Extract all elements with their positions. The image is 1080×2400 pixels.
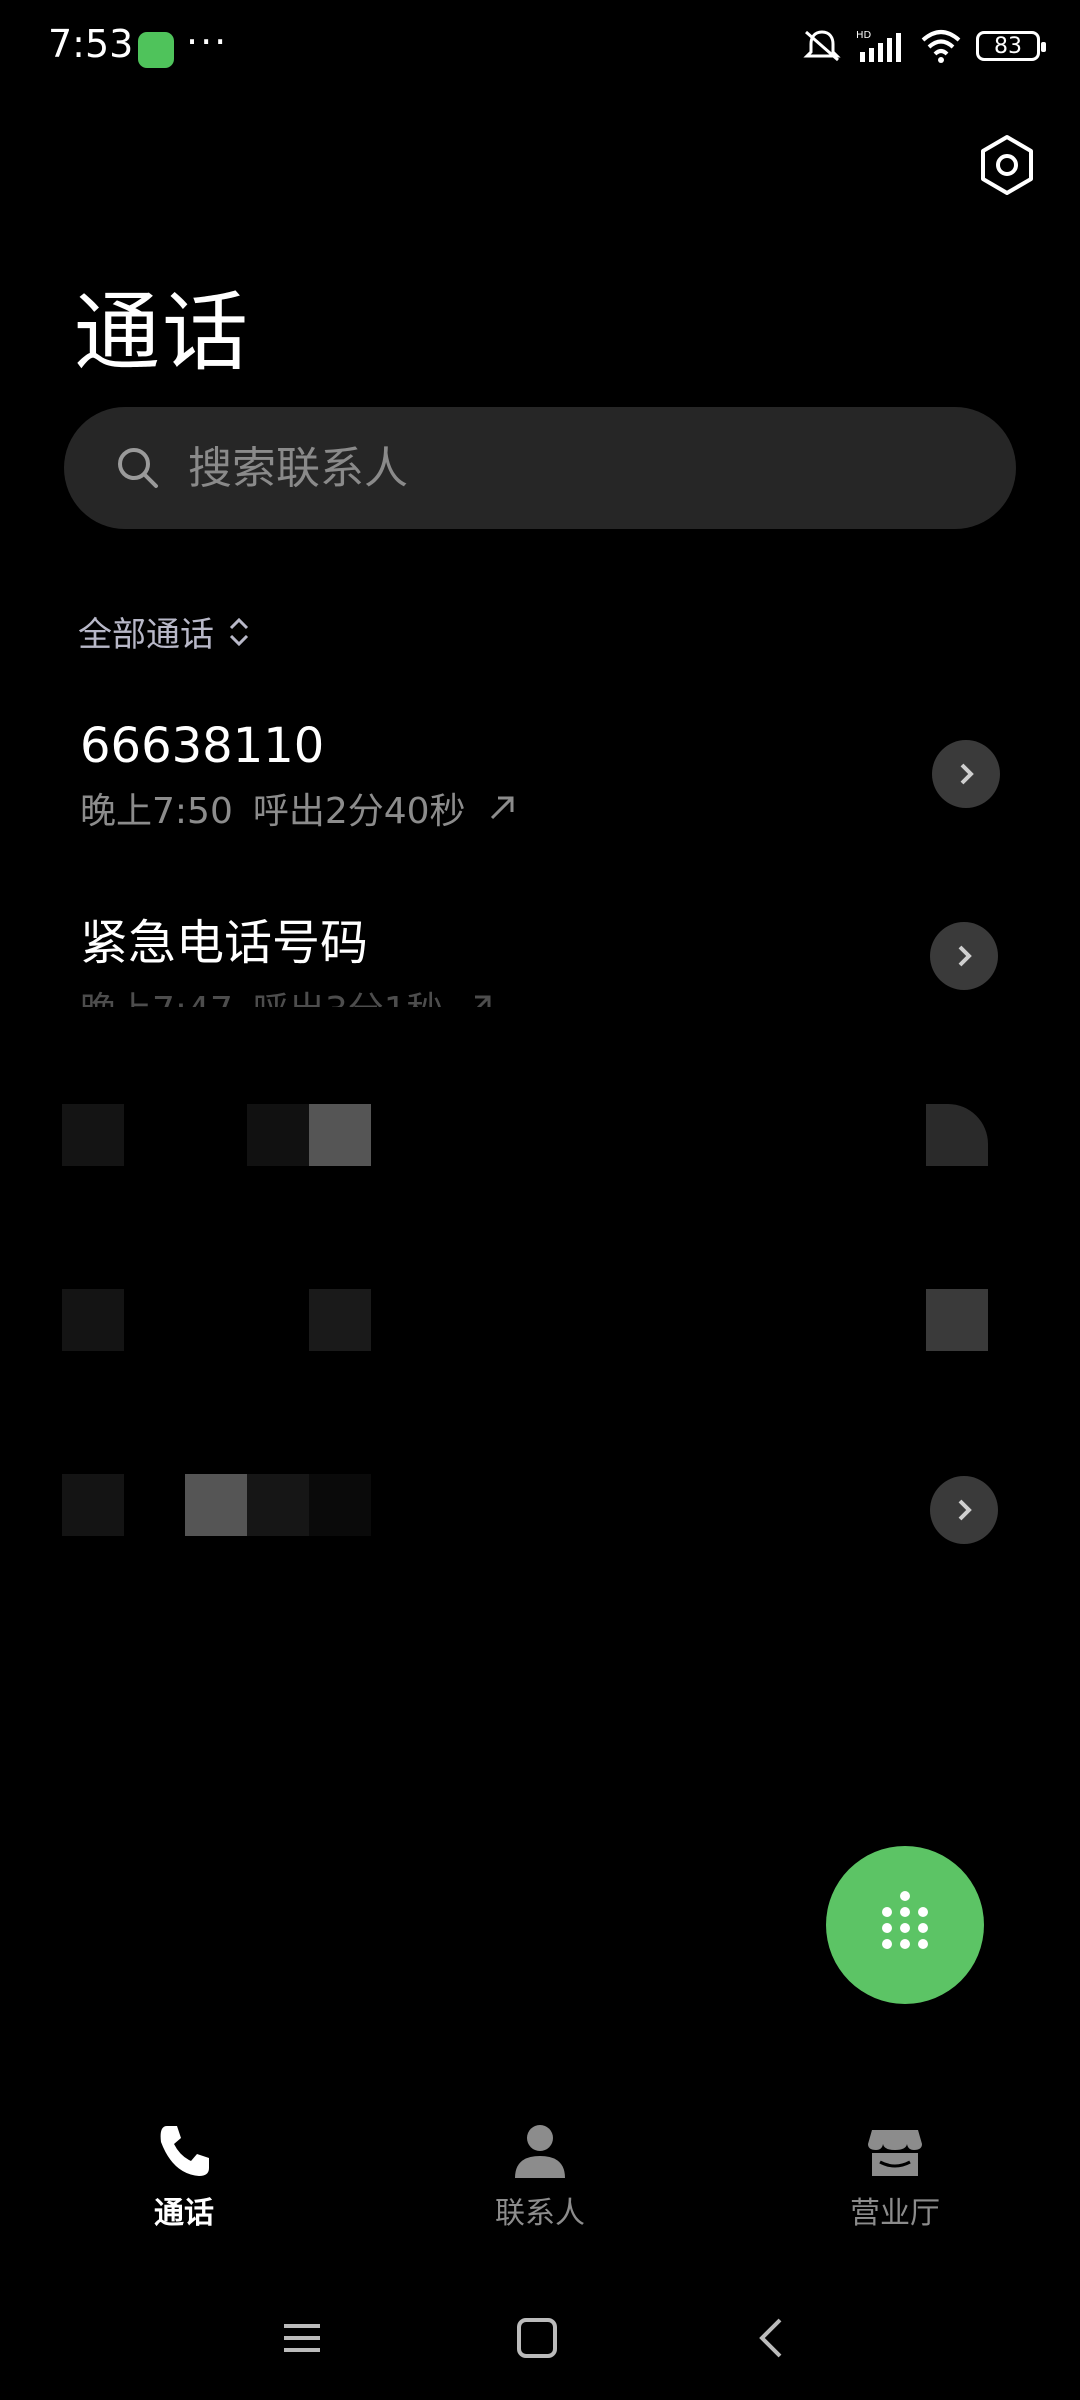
- back-icon[interactable]: [750, 2316, 794, 2360]
- search-icon: [118, 448, 158, 488]
- redacted-block: [926, 1289, 988, 1351]
- tab-label: 通话: [154, 2196, 214, 2231]
- status-time: 7:53: [48, 22, 134, 66]
- chevron-right-icon: [958, 945, 972, 967]
- redacted-block: [309, 1289, 371, 1351]
- outgoing-call-icon: [474, 995, 491, 1007]
- search-bar[interactable]: [64, 407, 1016, 529]
- redacted-block: [62, 1474, 124, 1536]
- sort-chevrons-icon: [229, 617, 249, 646]
- more-notifications-icon: ···: [186, 20, 229, 64]
- system-nav-bar: [0, 2300, 1080, 2380]
- call-filter-dropdown[interactable]: 全部通话: [78, 607, 252, 656]
- page-title: 通话: [74, 283, 250, 383]
- chevron-right-icon: [958, 1499, 972, 1521]
- settings-button[interactable]: [974, 132, 1040, 198]
- battery-icon: 83: [976, 31, 1046, 61]
- redacted-block: [309, 1474, 371, 1536]
- redacted-block: [926, 1104, 988, 1166]
- wechat-icon: [138, 32, 174, 68]
- bottom-tab-bar: 通话 联系人 营业厅: [0, 2120, 1080, 2240]
- mute-icon: [803, 30, 841, 62]
- person-icon: [515, 2125, 565, 2178]
- tab-label: 营业厅: [850, 2196, 940, 2231]
- store-icon: [868, 2130, 922, 2176]
- redacted-block: [247, 1104, 309, 1166]
- settings-hex-icon: [981, 135, 1033, 195]
- redacted-block: [247, 1474, 309, 1536]
- dialpad-button[interactable]: [826, 1846, 984, 2004]
- call-details-button[interactable]: [930, 922, 998, 990]
- redacted-block: [62, 1104, 124, 1166]
- hd-signal-icon: HD: [856, 30, 901, 62]
- call-name: 紧急电话号码: [80, 915, 369, 971]
- filter-label: 全部通话: [78, 615, 214, 655]
- call-time: 晚上7:50: [80, 791, 233, 832]
- tab-label: 联系人: [495, 2196, 585, 2231]
- call-details-button[interactable]: [932, 740, 1000, 808]
- call-log-item[interactable]: 紧急电话号码 晚上7:47 呼出3分1秒: [80, 903, 1000, 1007]
- redacted-block: [62, 1289, 124, 1351]
- tab-store[interactable]: 营业厅: [795, 2120, 995, 2232]
- redacted-block: [185, 1474, 247, 1536]
- call-log-item[interactable]: 66638110 晚上7:50 呼出2分40秒: [80, 718, 1000, 868]
- phone-icon: [160, 2126, 209, 2176]
- call-details-button[interactable]: [930, 1476, 998, 1544]
- redacted-block: [309, 1104, 371, 1166]
- home-icon[interactable]: [515, 2316, 559, 2360]
- svg-text:HD: HD: [856, 30, 872, 41]
- menu-icon[interactable]: [280, 2316, 324, 2360]
- call-detail: 呼出3分1秒: [253, 981, 443, 1007]
- wifi-icon: [921, 30, 961, 63]
- status-icons: HD 83: [802, 28, 1046, 64]
- outgoing-call-icon: [490, 796, 514, 820]
- tab-contacts[interactable]: 联系人: [440, 2120, 640, 2232]
- tab-calls[interactable]: 通话: [84, 2120, 284, 2232]
- search-input[interactable]: [186, 441, 890, 495]
- call-detail: 呼出2分40秒: [252, 791, 466, 832]
- call-name: 66638110: [80, 718, 325, 774]
- chevron-right-icon: [960, 763, 974, 785]
- dialpad-icon: [882, 1891, 928, 1949]
- call-time: 晚上7:47: [80, 981, 233, 1007]
